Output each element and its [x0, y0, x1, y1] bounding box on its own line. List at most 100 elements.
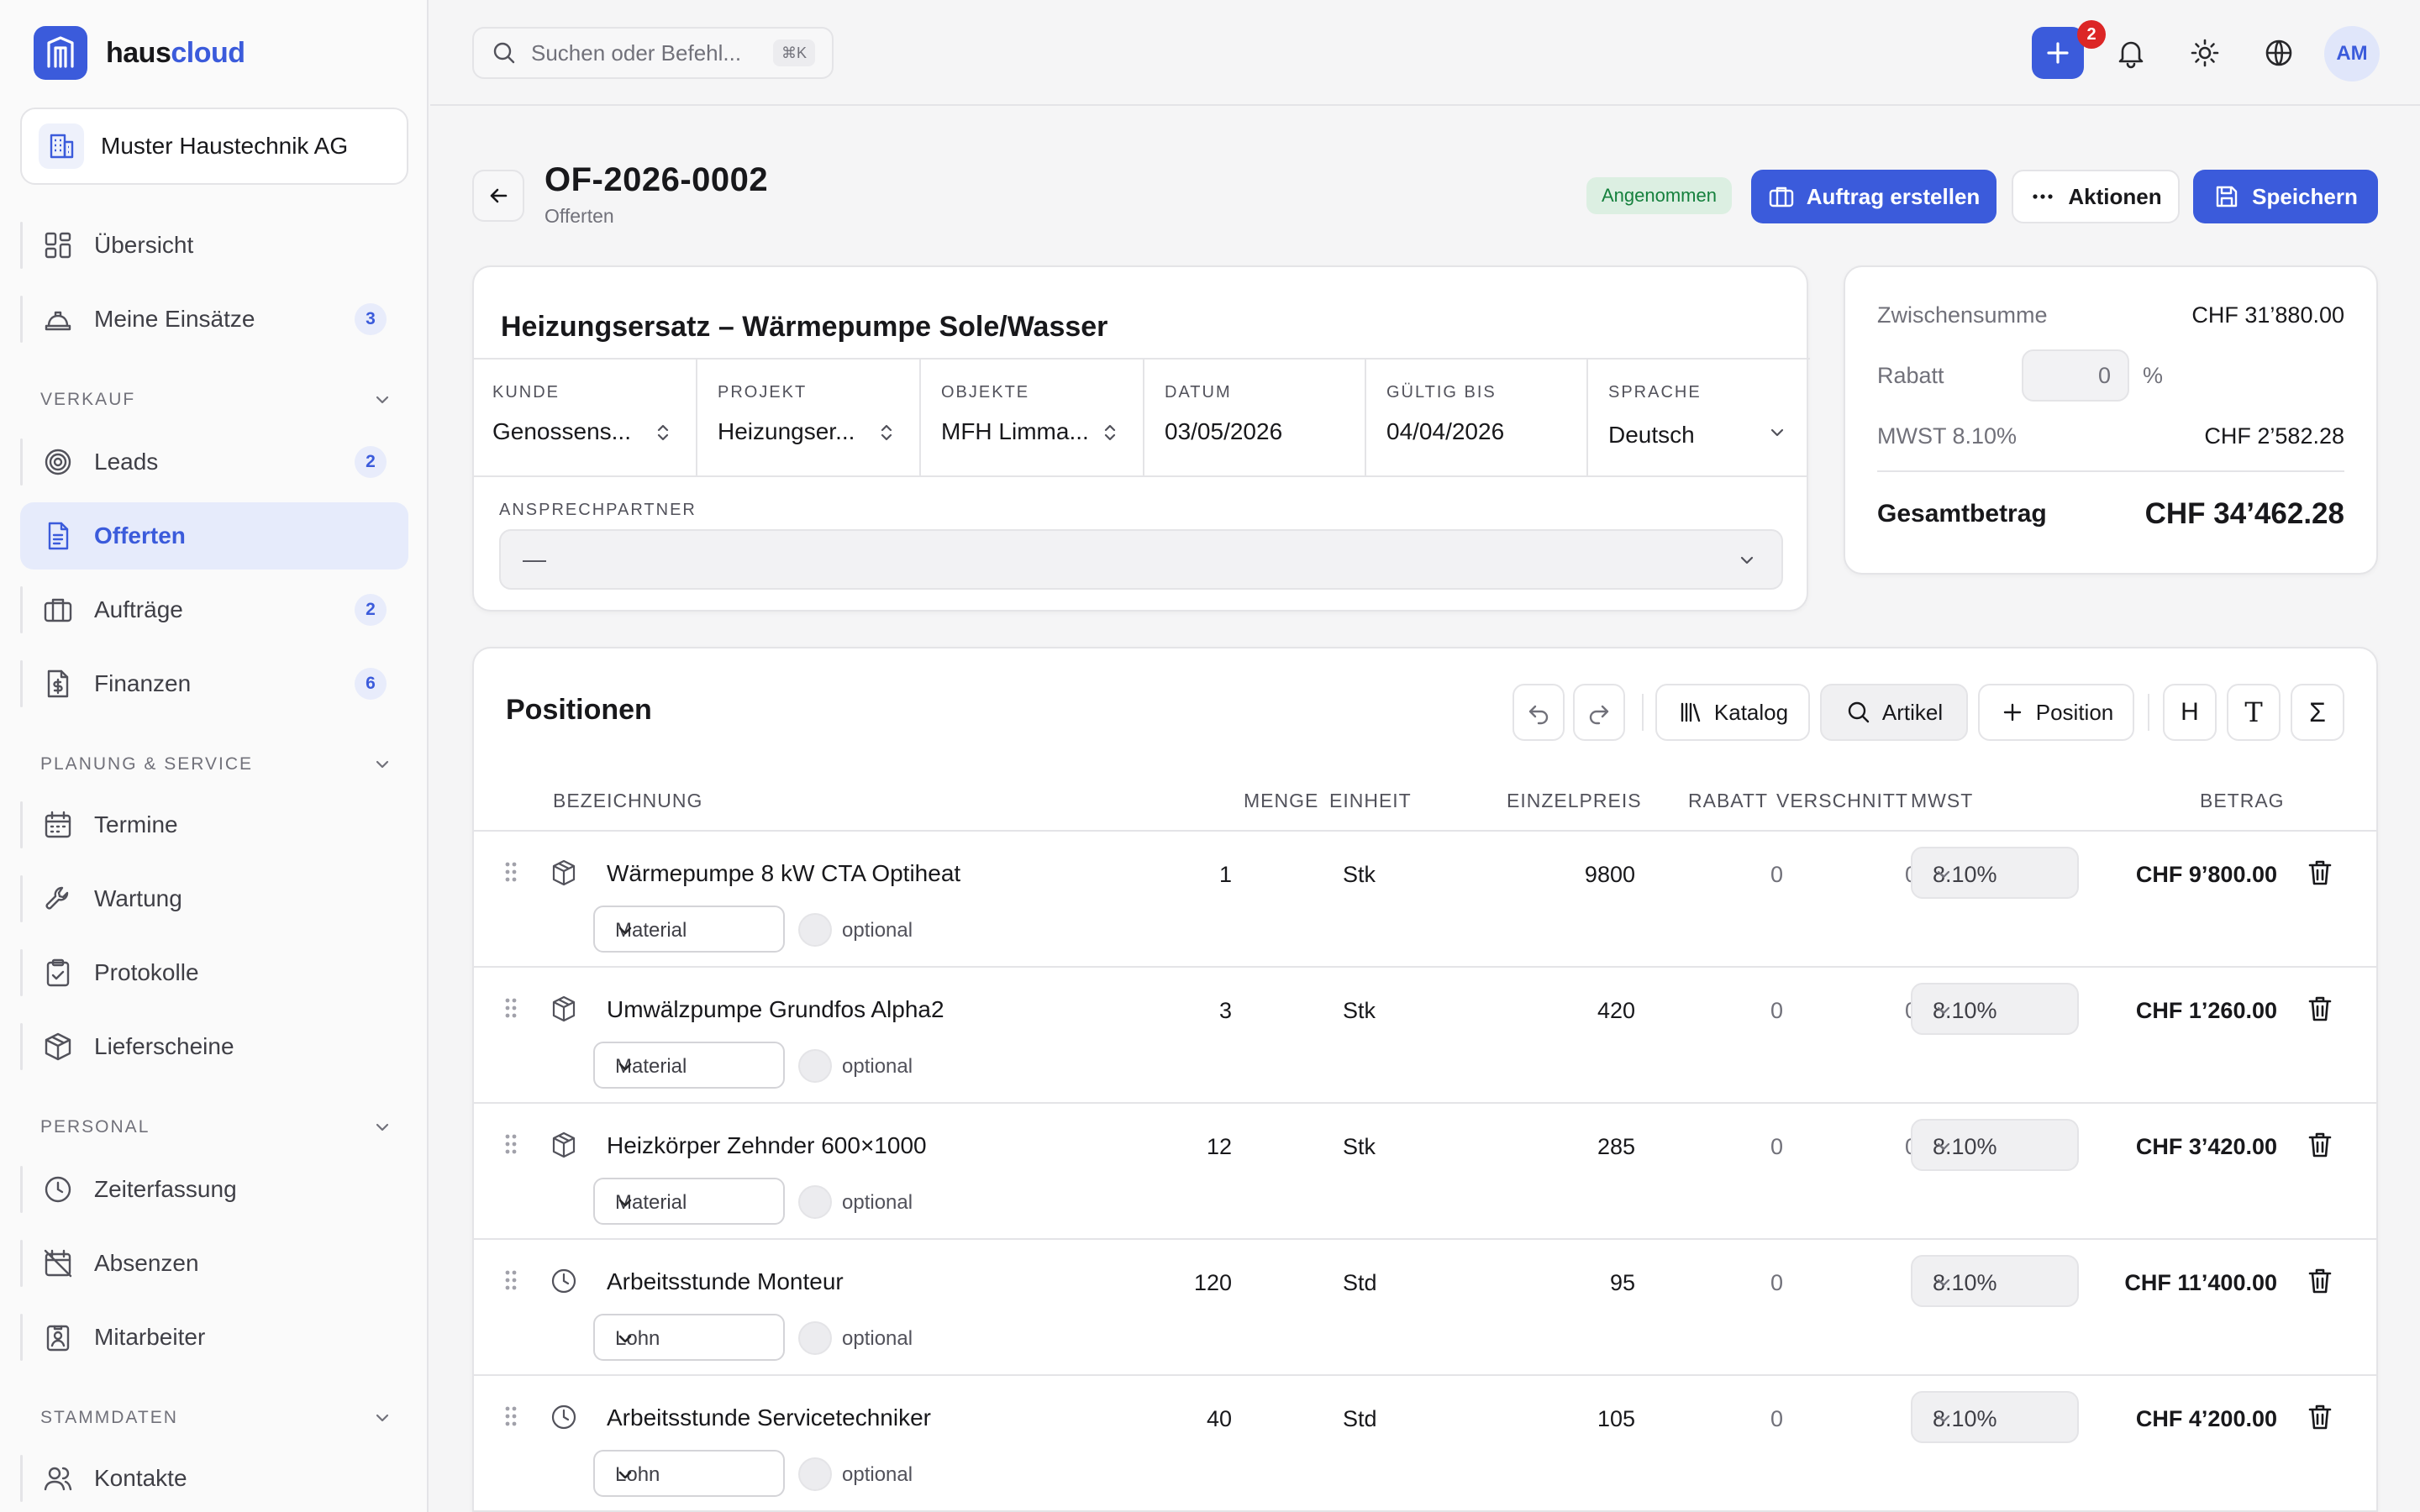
position-quantity[interactable]: 40: [1207, 1406, 1232, 1432]
field-datum[interactable]: DATUM 03/05/2026: [1143, 358, 1365, 477]
section-planung-service[interactable]: PLANUNG & SERVICE: [40, 748, 393, 781]
position-discount[interactable]: 0: [1770, 862, 1783, 888]
notifications-button[interactable]: [2107, 29, 2155, 77]
position-vat-select[interactable]: 8.10%: [1911, 847, 2079, 899]
position-discount[interactable]: 0: [1770, 1134, 1783, 1160]
sidebar-item-offerten[interactable]: Offerten: [20, 502, 408, 570]
position-unit[interactable]: Std: [1343, 1406, 1377, 1432]
table-row[interactable]: Arbeitsstunde Servicetechniker Lohn opti…: [472, 1376, 2376, 1512]
optional-toggle[interactable]: [798, 1457, 832, 1491]
field-projekt[interactable]: PROJEKT Heizungser...: [696, 358, 919, 477]
sidebar-item-auftraege[interactable]: Aufträge 2: [20, 576, 408, 643]
back-button[interactable]: [472, 170, 524, 222]
position-vat-select[interactable]: 8.10%: [1911, 1255, 2079, 1307]
section-stammdaten[interactable]: STAMMDATEN: [40, 1401, 393, 1435]
trash-icon[interactable]: [2304, 993, 2336, 1025]
article-search-button[interactable]: Artikel: [1820, 684, 1968, 741]
position-unit[interactable]: Stk: [1343, 862, 1376, 888]
position-unit-price[interactable]: 95: [1610, 1270, 1635, 1296]
position-type-select[interactable]: Material: [593, 906, 785, 953]
create-button[interactable]: [2032, 27, 2084, 79]
trash-icon[interactable]: [2304, 1129, 2336, 1161]
table-row[interactable]: Heizkörper Zehnder 600×1000 Material opt…: [472, 1104, 2376, 1240]
actions-button[interactable]: Aktionen: [2012, 170, 2180, 223]
position-name[interactable]: Arbeitsstunde Monteur: [607, 1268, 844, 1295]
position-type-select[interactable]: Material: [593, 1178, 785, 1225]
sidebar-item-termine[interactable]: Termine: [20, 791, 408, 858]
position-vat-select[interactable]: 8.10%: [1911, 1391, 2079, 1443]
position-name[interactable]: Arbeitsstunde Servicetechniker: [607, 1404, 931, 1431]
theme-toggle-button[interactable]: [2181, 29, 2229, 77]
sidebar-item-lieferscheine[interactable]: Lieferscheine: [20, 1013, 408, 1080]
drag-handle-icon[interactable]: [502, 858, 519, 885]
sidebar-item-mitarbeiter[interactable]: Mitarbeiter: [20, 1304, 408, 1371]
language-button[interactable]: [2254, 29, 2303, 77]
position-unit-price[interactable]: 420: [1597, 998, 1635, 1024]
table-row[interactable]: Wärmepumpe 8 kW CTA Optiheat Material op…: [472, 832, 2376, 968]
brand[interactable]: hauscloud: [34, 25, 245, 81]
position-type-select[interactable]: Lohn: [593, 1314, 785, 1361]
position-quantity[interactable]: 12: [1207, 1134, 1232, 1160]
contact-select[interactable]: —: [499, 529, 1783, 590]
heading-button[interactable]: H: [2163, 684, 2217, 741]
catalog-button[interactable]: Katalog: [1655, 684, 1810, 741]
position-name[interactable]: Heizkörper Zehnder 600×1000: [607, 1132, 927, 1159]
field-sprache[interactable]: SPRACHE Deutsch: [1586, 358, 1810, 477]
position-unit-price[interactable]: 9800: [1585, 862, 1635, 888]
field-kunde[interactable]: KUNDE Genossens...: [472, 358, 696, 477]
position-quantity[interactable]: 120: [1194, 1270, 1232, 1296]
field-gueltig-bis[interactable]: GÜLTIG BIS 04/04/2026: [1365, 358, 1586, 477]
optional-toggle[interactable]: [798, 913, 832, 947]
sidebar-item-kontakte[interactable]: Kontakte: [20, 1445, 408, 1512]
sidebar-item-meine-einsaetze[interactable]: Meine Einsätze 3: [20, 286, 408, 353]
add-position-button[interactable]: Position: [1978, 684, 2134, 741]
position-unit[interactable]: Stk: [1343, 998, 1376, 1024]
position-unit-price[interactable]: 285: [1597, 1134, 1635, 1160]
trash-icon[interactable]: [2304, 1401, 2336, 1433]
optional-toggle[interactable]: [798, 1321, 832, 1355]
table-row[interactable]: Arbeitsstunde Monteur Lohn optional 120 …: [472, 1240, 2376, 1376]
save-button[interactable]: Speichern: [2193, 170, 2378, 223]
drag-handle-icon[interactable]: [502, 1403, 519, 1430]
section-personal[interactable]: PERSONAL: [40, 1110, 393, 1144]
position-quantity[interactable]: 1: [1219, 862, 1232, 888]
sidebar-item-finanzen[interactable]: Finanzen 6: [20, 650, 408, 717]
offer-title[interactable]: Heizungsersatz – Wärmepumpe Sole/Wasser: [501, 311, 1107, 344]
position-type-select[interactable]: Lohn: [593, 1450, 785, 1497]
position-vat-select[interactable]: 8.10%: [1911, 983, 2079, 1035]
position-name[interactable]: Umwälzpumpe Grundfos Alpha2: [607, 996, 944, 1023]
position-unit[interactable]: Std: [1343, 1270, 1377, 1296]
sidebar-item-leads[interactable]: Leads 2: [20, 428, 408, 496]
undo-button[interactable]: [1512, 684, 1565, 741]
position-discount[interactable]: 0: [1770, 998, 1783, 1024]
drag-handle-icon[interactable]: [502, 1131, 519, 1158]
optional-toggle[interactable]: [798, 1049, 832, 1083]
subtotal-button[interactable]: Σ: [2291, 684, 2344, 741]
discount-input[interactable]: 0: [2022, 349, 2129, 402]
sidebar-item-wartung[interactable]: Wartung: [20, 865, 408, 932]
table-row[interactable]: Umwälzpumpe Grundfos Alpha2 Material opt…: [472, 968, 2376, 1104]
sidebar-item-uebersicht[interactable]: Übersicht: [20, 212, 408, 279]
avatar[interactable]: AM: [2324, 26, 2380, 81]
sidebar-item-zeiterfassung[interactable]: Zeiterfassung: [20, 1156, 408, 1223]
position-discount[interactable]: 0: [1770, 1406, 1783, 1432]
search-input[interactable]: Suchen oder Befehl... ⌘K: [472, 27, 834, 79]
position-discount[interactable]: 0: [1770, 1270, 1783, 1296]
position-unit[interactable]: Stk: [1343, 1134, 1376, 1160]
sidebar-item-protokolle[interactable]: Protokolle: [20, 939, 408, 1006]
section-verkauf[interactable]: VERKAUF: [40, 383, 393, 417]
drag-handle-icon[interactable]: [502, 1267, 519, 1294]
redo-button[interactable]: [1573, 684, 1625, 741]
org-switcher[interactable]: Muster Haustechnik AG: [20, 108, 408, 185]
trash-icon[interactable]: [2304, 857, 2336, 889]
create-order-button[interactable]: Auftrag erstellen: [1751, 170, 1996, 223]
trash-icon[interactable]: [2304, 1265, 2336, 1297]
position-quantity[interactable]: 3: [1219, 998, 1232, 1024]
drag-handle-icon[interactable]: [502, 995, 519, 1021]
field-objekte[interactable]: OBJEKTE MFH Limma...: [919, 358, 1143, 477]
position-vat-select[interactable]: 8.10%: [1911, 1119, 2079, 1171]
position-type-select[interactable]: Material: [593, 1042, 785, 1089]
text-button[interactable]: T: [2227, 684, 2281, 741]
optional-toggle[interactable]: [798, 1185, 832, 1219]
position-unit-price[interactable]: 105: [1597, 1406, 1635, 1432]
